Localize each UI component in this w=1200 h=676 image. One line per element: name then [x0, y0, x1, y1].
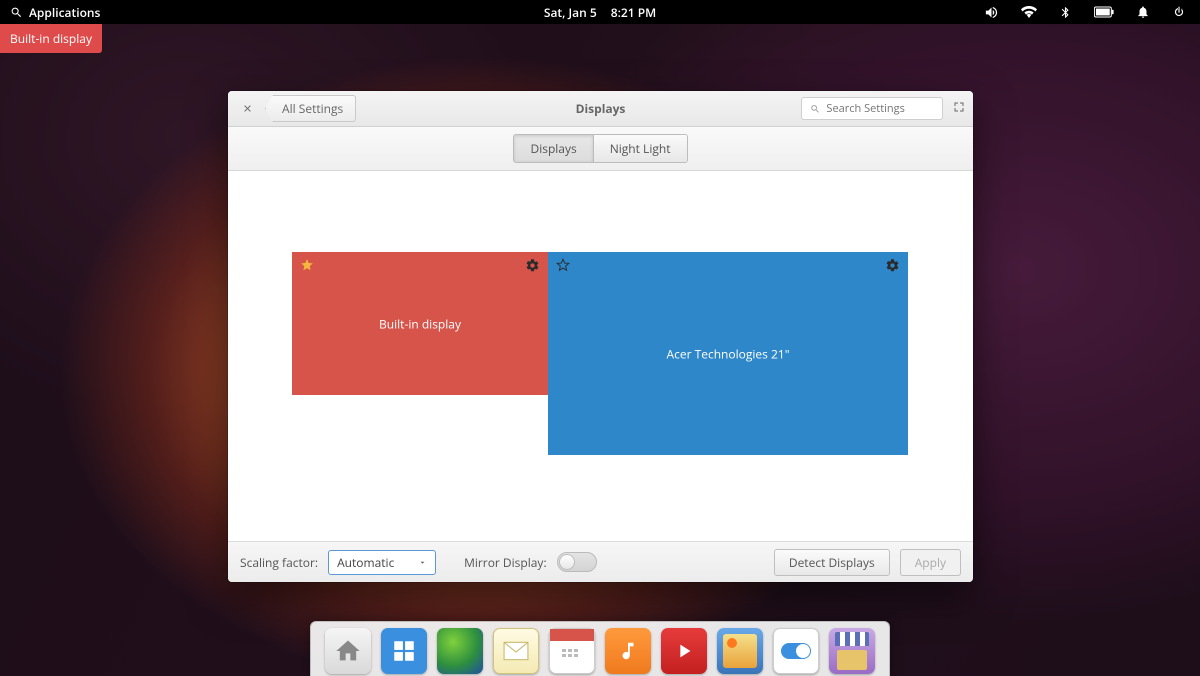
- mail-icon: [503, 641, 529, 661]
- applications-menu[interactable]: Applications: [0, 4, 110, 21]
- tab-displays[interactable]: Displays: [514, 135, 593, 162]
- close-icon: [242, 103, 253, 114]
- dock: [310, 621, 890, 676]
- bluetooth-icon[interactable]: [1059, 6, 1072, 19]
- mirror-display-label: Mirror Display:: [464, 554, 547, 571]
- dock-settings[interactable]: [773, 628, 819, 674]
- search-icon: [810, 103, 820, 115]
- tab-night-light[interactable]: Night Light: [594, 135, 687, 162]
- monitor-builtin[interactable]: Built-in display: [292, 252, 548, 395]
- dock-multitasking[interactable]: [381, 628, 427, 674]
- apply-button[interactable]: Apply: [900, 549, 961, 576]
- dock-calendar[interactable]: [549, 628, 595, 674]
- window-titlebar: All Settings Displays: [228, 91, 973, 127]
- monitor-label: Acer Technologies 21": [667, 345, 790, 362]
- window-title: Displays: [576, 100, 626, 117]
- gear-icon[interactable]: [885, 258, 900, 277]
- star-outline-icon[interactable]: [556, 258, 570, 276]
- tab-bar: Displays Night Light: [228, 127, 973, 171]
- applications-label: Applications: [29, 4, 100, 21]
- detect-displays-button[interactable]: Detect Displays: [774, 549, 890, 576]
- home-icon: [334, 637, 362, 665]
- dock-photos[interactable]: [717, 628, 763, 674]
- monitor-label: Built-in display: [379, 315, 461, 332]
- dock-appcenter[interactable]: [829, 628, 875, 674]
- battery-icon[interactable]: [1094, 6, 1114, 18]
- dock-files[interactable]: [325, 628, 371, 674]
- dock-web[interactable]: [437, 628, 483, 674]
- dock-mail[interactable]: [493, 628, 539, 674]
- volume-icon[interactable]: [984, 5, 999, 20]
- dock-music[interactable]: [605, 628, 651, 674]
- monitor-external[interactable]: Acer Technologies 21": [548, 252, 908, 455]
- displays-settings-window: All Settings Displays Displays Night Lig…: [228, 91, 973, 582]
- star-icon[interactable]: [300, 258, 314, 276]
- search-icon: [10, 6, 23, 19]
- play-icon: [673, 640, 695, 662]
- scaling-factor-value: Automatic: [337, 554, 394, 571]
- maximize-button[interactable]: [953, 100, 965, 117]
- dock-videos[interactable]: [661, 628, 707, 674]
- display-arrangement-canvas[interactable]: Built-in display Acer Technologies 21": [228, 171, 973, 541]
- music-note-icon: [617, 638, 639, 664]
- window-bottom-bar: Scaling factor: Automatic Mirror Display…: [228, 541, 973, 582]
- mirror-display-toggle[interactable]: [557, 552, 597, 572]
- calendar-icon: [559, 645, 585, 665]
- top-panel: Applications Sat, Jan 5 8:21 PM: [0, 0, 1200, 24]
- display-identifier-overlay: Built-in display: [0, 24, 102, 53]
- search-input[interactable]: [826, 101, 934, 116]
- grid-icon: [391, 638, 417, 664]
- wifi-icon[interactable]: [1021, 4, 1037, 20]
- notifications-icon[interactable]: [1136, 5, 1150, 19]
- gear-icon[interactable]: [525, 258, 540, 277]
- maximize-icon: [953, 101, 965, 113]
- all-settings-button[interactable]: All Settings: [265, 95, 356, 122]
- panel-date[interactable]: Sat, Jan 5: [544, 4, 597, 21]
- scaling-factor-label: Scaling factor:: [240, 554, 318, 571]
- panel-time[interactable]: 8:21 PM: [611, 4, 656, 21]
- search-settings-field[interactable]: [801, 97, 943, 120]
- close-button[interactable]: [236, 96, 259, 122]
- scaling-factor-select[interactable]: Automatic: [328, 550, 436, 575]
- chevron-down-icon: [418, 558, 427, 567]
- power-icon[interactable]: [1172, 5, 1186, 19]
